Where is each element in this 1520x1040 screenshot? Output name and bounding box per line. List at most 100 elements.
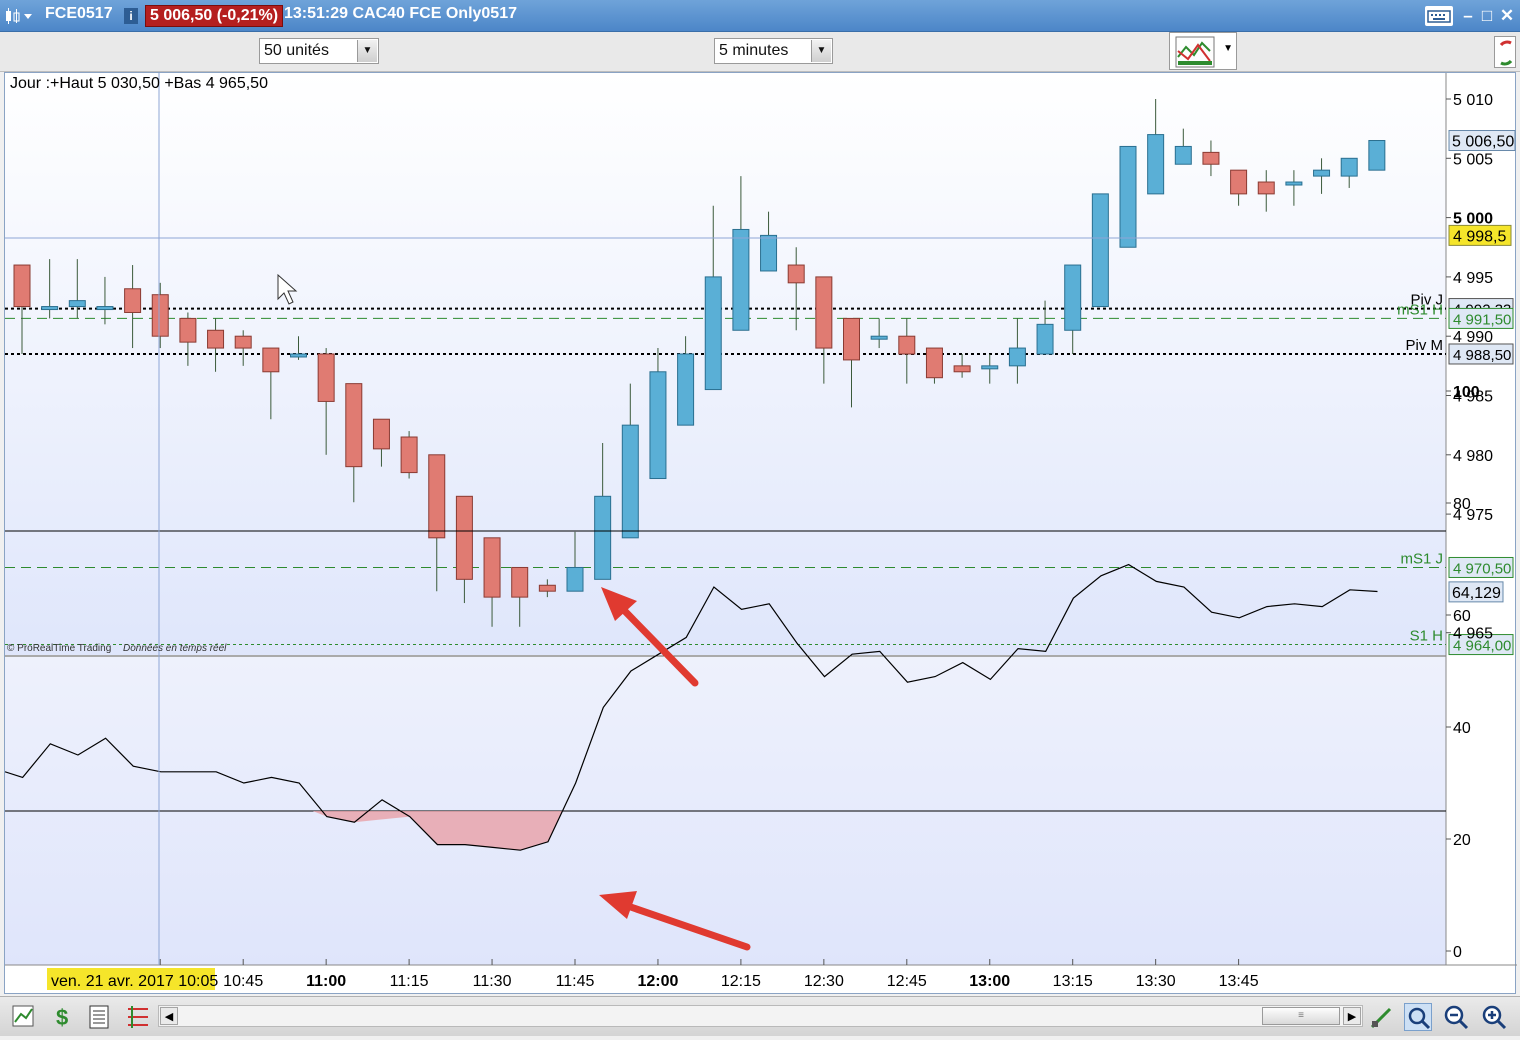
- level-price-label: 4 988,50: [1453, 347, 1511, 364]
- units-select[interactable]: 50 unités ▼: [259, 38, 379, 64]
- time-tick-label: 12:45: [887, 973, 927, 990]
- chart-canvas[interactable]: Piv JmS1 HPiv MmS1 JS1 H 4 992,334 991,5…: [4, 73, 1517, 995]
- candle-body: [1230, 169, 1248, 195]
- candle[interactable]: [1368, 140, 1386, 171]
- time-tick-label: 10:45: [223, 973, 263, 990]
- scrollbar-thumb[interactable]: ≡: [1262, 1007, 1340, 1025]
- candle-body: [124, 288, 142, 313]
- minimize-icon[interactable]: –: [1458, 6, 1478, 26]
- keyboard-icon[interactable]: [1425, 6, 1453, 26]
- candle-body: [207, 329, 225, 349]
- dollar-icon[interactable]: $: [50, 1003, 78, 1031]
- cursor-date-label: ven. 21 avr. 2017 10:05: [51, 973, 218, 990]
- chart-toolbar: 50 unités ▼ 5 minutes ▼ ▼: [0, 32, 1520, 72]
- candle-body: [428, 454, 446, 539]
- list-icon[interactable]: [86, 1003, 114, 1031]
- candle-body: [262, 347, 280, 373]
- candle-body: [483, 537, 501, 598]
- orders-icon[interactable]: [124, 1003, 152, 1031]
- time-tick-label: 11:45: [556, 973, 595, 990]
- zoom-auto-icon[interactable]: [1404, 1003, 1432, 1031]
- candle-body: [372, 418, 390, 450]
- candle-body: [1202, 151, 1220, 165]
- candle-body: [1340, 157, 1358, 177]
- rsi-tick-label: 80: [1453, 496, 1471, 513]
- candle-body: [1174, 145, 1192, 165]
- maximize-icon[interactable]: □: [1477, 6, 1497, 26]
- candle-body: [925, 347, 943, 379]
- scroll-right-icon[interactable]: ▶: [1343, 1007, 1361, 1025]
- time-tick-label: 11:15: [390, 973, 429, 990]
- chevron-down-icon[interactable]: ▼: [811, 40, 831, 62]
- current-price-label: 5 006,50: [1452, 134, 1514, 151]
- chevron-down-icon[interactable]: ▼: [1223, 43, 1233, 54]
- candle-body: [1064, 264, 1082, 331]
- indicators-button[interactable]: ▼: [1169, 32, 1237, 70]
- time-tick-label: 13:30: [1136, 973, 1176, 990]
- bottom-toolbar: $ ◀ ≡ ▶: [0, 996, 1520, 1036]
- candle-body: [1091, 193, 1109, 308]
- candle-body: [290, 353, 307, 358]
- close-icon[interactable]: ✕: [1497, 6, 1517, 26]
- candle-body: [400, 436, 418, 474]
- candle-body: [815, 276, 833, 349]
- candle-body: [151, 294, 169, 337]
- chart-area[interactable]: Piv JmS1 HPiv MmS1 JS1 H 4 992,334 991,5…: [4, 72, 1517, 995]
- interval-select[interactable]: 5 minutes ▼: [714, 38, 833, 64]
- time-scrollbar[interactable]: ◀ ≡ ▶: [158, 1005, 1363, 1027]
- info-icon[interactable]: i: [124, 8, 138, 24]
- crosshair-price-label: 4 998,5: [1453, 228, 1506, 245]
- candle-body: [621, 424, 639, 539]
- rsi-tick-label: 20: [1453, 832, 1471, 849]
- candle[interactable]: [1091, 193, 1109, 308]
- level-price-label: 4 991,50: [1453, 311, 1511, 328]
- time-tick-label: 12:15: [721, 973, 761, 990]
- candle-body: [787, 264, 805, 284]
- candle-body: [953, 365, 971, 373]
- sync-icon[interactable]: [1494, 36, 1516, 68]
- candle-body: [96, 306, 114, 311]
- candle[interactable]: [400, 431, 418, 479]
- candle-body: [538, 584, 556, 592]
- time-tick-label: 11:00: [306, 973, 346, 990]
- zoom-out-icon[interactable]: [1442, 1003, 1470, 1031]
- rsi-tick-label: 60: [1453, 608, 1471, 625]
- candle-body: [345, 383, 363, 468]
- candle-body: [455, 495, 473, 580]
- window-symbol: FCE0517: [45, 5, 113, 22]
- candle-body: [649, 371, 667, 480]
- rsi-tick-label: 0: [1453, 944, 1462, 961]
- rsi-tick-label: 100: [1453, 384, 1480, 401]
- time-tick-label: 13:45: [1219, 973, 1259, 990]
- candle-body: [1285, 181, 1303, 186]
- scroll-left-icon[interactable]: ◀: [160, 1007, 178, 1025]
- price-tick-label: 5 010: [1453, 92, 1493, 109]
- candle-body: [1147, 134, 1165, 195]
- candlestick-menu-icon[interactable]: [4, 7, 34, 25]
- time-tick-label: 12:30: [804, 973, 844, 990]
- candle-body: [870, 335, 888, 340]
- title-bar: FCE0517 i 5 006,50 (-0,21%) 13:51:29 CAC…: [0, 0, 1520, 32]
- candle[interactable]: [1119, 145, 1137, 248]
- interval-select-value: 5 minutes: [719, 42, 789, 59]
- candle-body: [511, 566, 529, 598]
- price-tick-label: 4 990: [1453, 329, 1493, 346]
- candle-body: [898, 335, 916, 355]
- time-tick-label: 11:30: [473, 973, 512, 990]
- draw-tool-icon[interactable]: [1368, 1003, 1396, 1031]
- chevron-down-icon[interactable]: ▼: [357, 40, 377, 62]
- rsi-tick-label: 40: [1453, 720, 1471, 737]
- candle-body: [843, 317, 860, 361]
- level-name: mS1 J: [1400, 550, 1443, 567]
- candle-body: [704, 276, 722, 391]
- zoom-in-icon[interactable]: [1480, 1003, 1508, 1031]
- level-name: S1 H: [1410, 628, 1443, 645]
- candle-body: [732, 228, 750, 331]
- candle-body: [317, 353, 335, 402]
- candle-body: [1313, 169, 1331, 177]
- chart-type-icon[interactable]: [10, 1003, 38, 1031]
- indicators-icon: [1175, 36, 1215, 68]
- day-high-low-text: Jour :+Haut 5 030,50 +Bas 4 965,50: [10, 75, 268, 92]
- time-tick-label: 12:00: [637, 973, 678, 990]
- candle-body: [594, 495, 612, 580]
